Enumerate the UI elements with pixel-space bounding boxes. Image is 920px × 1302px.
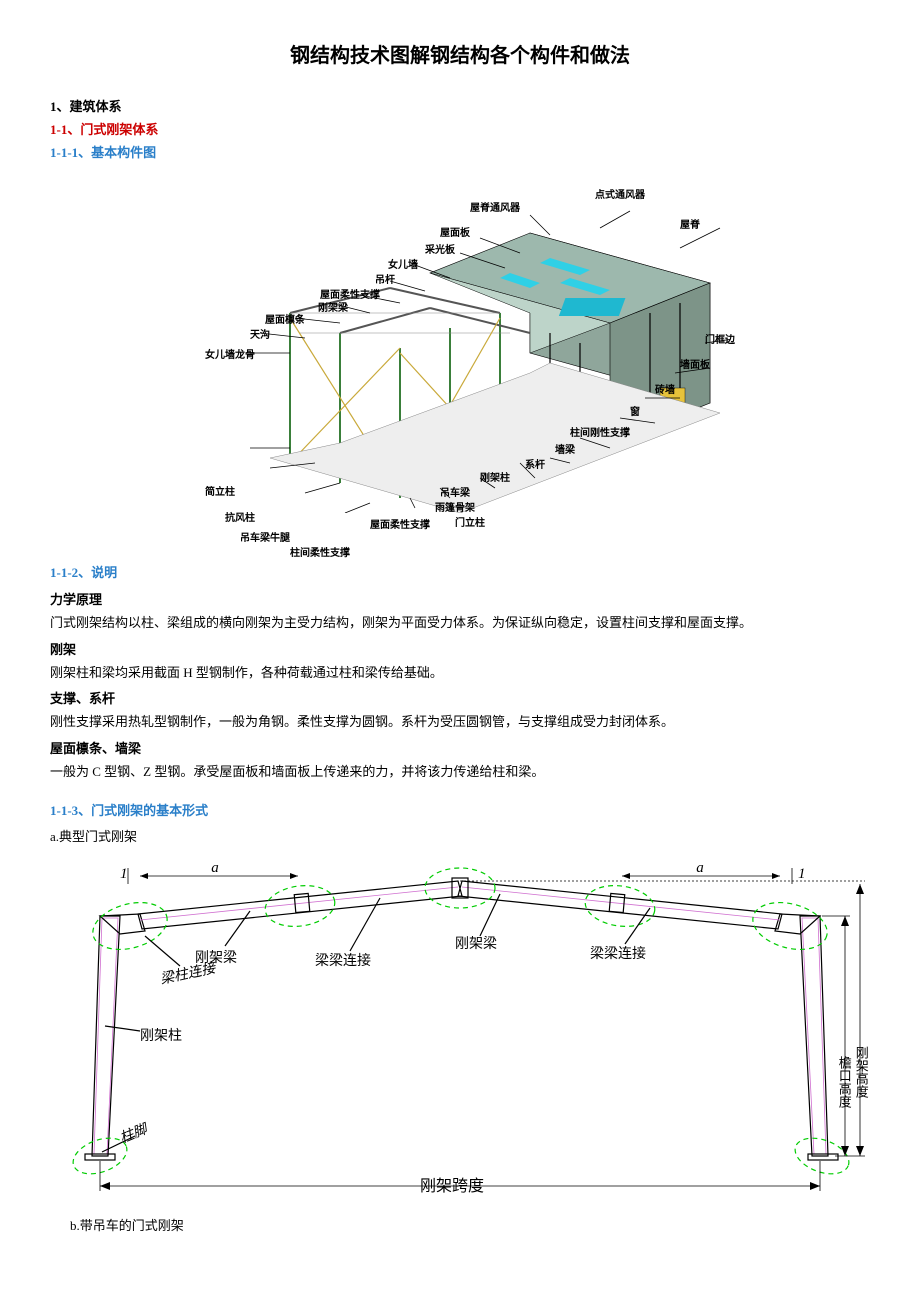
label-tiangou: 天沟 bbox=[250, 328, 270, 344]
section-1-1-3: 1-1-3、门式刚架的基本形式 bbox=[50, 801, 870, 822]
label-wumianban: 屋面板 bbox=[440, 226, 470, 242]
caption-form-b: b.带吊车的门式刚架 bbox=[70, 1216, 870, 1237]
label-zhuanqiang: 砖墙 bbox=[655, 383, 675, 399]
label-zhuijian-gangxing: 柱间刚性支撑 bbox=[570, 426, 630, 442]
dim-a2: a bbox=[696, 860, 704, 876]
basic-component-diagram: 点式通风器 屋脊通风器 屋脊 屋面板 采光板 女儿墙 吊杆 屋面柔性支撑 刚架梁… bbox=[150, 173, 770, 553]
label-menkuangbian: 门框边 bbox=[705, 333, 735, 349]
label-liangliang1: 梁梁连接 bbox=[315, 951, 371, 973]
label-yupengguliang: 雨篷骨架 bbox=[435, 501, 475, 517]
label-kangfengzhu: 抗风柱 bbox=[225, 511, 255, 527]
label-jianlizhu: 简立柱 bbox=[205, 485, 235, 501]
dim-a1: a bbox=[211, 860, 219, 876]
section-1-1: 1-1、门式刚架体系 bbox=[50, 120, 870, 141]
dim-1-left: 1 bbox=[120, 866, 128, 882]
label-zhuijian-rouxing: 柱间柔性支撑 bbox=[290, 546, 350, 562]
label-dianshi: 点式通风器 bbox=[595, 188, 645, 204]
page-title: 钢结构技术图解钢结构各个构件和做法 bbox=[50, 40, 870, 72]
label-diaocheliang: 吊车梁 bbox=[440, 486, 470, 502]
para-wumian: 一般为 C 型钢、Z 型钢。承受屋面板和墙面板上传递来的力，并将该力传递给柱和梁… bbox=[50, 762, 870, 783]
heading-zhicheng: 支撑、系杆 bbox=[50, 689, 870, 710]
section-1-1-1: 1-1-1、基本构件图 bbox=[50, 143, 870, 164]
label-gangjiazhu: 刚架柱 bbox=[480, 471, 510, 487]
label-wuji-tongfeng: 屋脊通风器 bbox=[470, 201, 520, 217]
para-gangjia: 刚架柱和梁均采用截面 H 型钢制作，各种荷载通过柱和梁传给基础。 bbox=[50, 663, 870, 684]
section-1: 1、建筑体系 bbox=[50, 97, 870, 118]
dim-1-right: 1 bbox=[798, 866, 806, 882]
label-diaoche-niutu: 吊车梁牛腿 bbox=[240, 531, 290, 547]
label-wumian-linchao: 屋面檩条 bbox=[265, 313, 305, 329]
label-menlizhu: 门立柱 bbox=[455, 516, 485, 532]
para-lixue: 门式刚架结构以柱、梁组成的横向刚架为主受力结构，刚架为平面受力体系。为保证纵向稳… bbox=[50, 613, 870, 634]
label-xigang: 系杆 bbox=[525, 458, 545, 474]
portal-frame-diagram: a a 1 1 刚架梁 梁梁连接 刚架梁 梁梁连接 梁柱连接 刚架柱 柱脚 刚架… bbox=[50, 856, 870, 1206]
label-kuadu: 刚架跨度 bbox=[420, 1174, 484, 1200]
label-nverqiang: 女儿墙 bbox=[388, 258, 418, 274]
label-diaogan: 吊杆 bbox=[375, 273, 395, 289]
label-gangjialing: 刚架梁 bbox=[318, 301, 348, 317]
caption-form-a: a.典型门式刚架 bbox=[50, 827, 870, 848]
label-caiguanban: 采光板 bbox=[425, 243, 455, 259]
heading-gangjia: 刚架 bbox=[50, 640, 870, 661]
heading-wumian: 屋面檩条、墙梁 bbox=[50, 739, 870, 760]
label-nverqiang-longgu: 女儿墙龙骨 bbox=[205, 348, 255, 364]
label-wumian-rouxing2: 屋面柔性支撑 bbox=[370, 518, 430, 534]
label-gangjiazhu: 刚架柱 bbox=[140, 1026, 182, 1048]
section-1-1-2: 1-1-2、说明 bbox=[50, 563, 870, 584]
label-wuji: 屋脊 bbox=[680, 218, 700, 234]
label-liangliang2: 梁梁连接 bbox=[590, 944, 646, 966]
para-zhicheng: 刚性支撑采用热轧型钢制作，一般为角钢。柔性支撑为圆钢。系杆为受压圆钢管，与支撑组… bbox=[50, 712, 870, 733]
heading-lixue: 力学原理 bbox=[50, 590, 870, 611]
label-gangjia-gaodu: 刚架高度 bbox=[850, 1046, 871, 1098]
label-qianglilin: 墙梁 bbox=[555, 443, 575, 459]
label-chuang: 窗 bbox=[630, 405, 640, 421]
label-gangjialing2: 刚架梁 bbox=[455, 934, 497, 956]
label-qiangmianban: 墙面板 bbox=[680, 358, 710, 374]
